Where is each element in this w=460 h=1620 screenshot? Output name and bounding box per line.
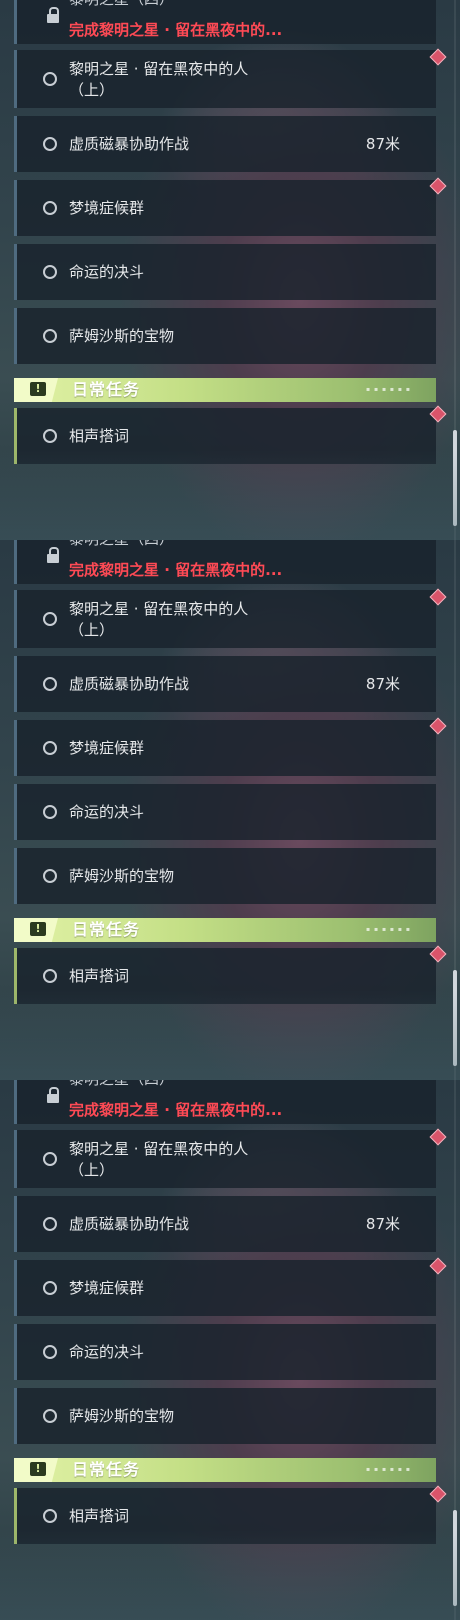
- quest-status-circle-icon: [43, 72, 57, 86]
- quest-row[interactable]: 梦境症候群: [14, 180, 436, 236]
- daily-quest-row[interactable]: 相声搭词: [14, 948, 436, 1004]
- section-header-icon-bg: !: [14, 918, 58, 942]
- quest-title: 命运的决斗: [69, 263, 145, 281]
- locked-quest-title: 黎明之星（四）: [69, 540, 174, 549]
- quest-distance: 87米: [365, 675, 400, 693]
- section-header-daily[interactable]: ! 日常任务 ▪ ▪ ▪ ▪ ▪ ▪: [14, 918, 436, 942]
- section-header-icon-bg: !: [14, 378, 58, 402]
- daily-quest-row[interactable]: 相声搭词: [14, 1488, 436, 1544]
- quest-title: 虚质磁暴协助作战: [69, 1215, 190, 1233]
- scrollbar-thumb[interactable]: [453, 1510, 457, 1606]
- quest-title-line2: （上）: [69, 1161, 115, 1179]
- section-header-daily[interactable]: ! 日常任务 ▪ ▪ ▪ ▪ ▪ ▪: [14, 1458, 436, 1482]
- quest-title: 相声搭词: [69, 967, 130, 985]
- scrollbar-thumb[interactable]: [453, 430, 457, 526]
- quest-row[interactable]: 萨姆沙斯的宝物: [14, 848, 436, 904]
- quest-distance: 87米: [365, 135, 400, 153]
- quest-status-circle-icon: [43, 201, 57, 215]
- exclamation-icon: !: [30, 382, 46, 396]
- quest-row[interactable]: 萨姆沙斯的宝物: [14, 308, 436, 364]
- quest-row[interactable]: 萨姆沙斯的宝物: [14, 1388, 436, 1444]
- quest-title: 虚质磁暴协助作战: [69, 675, 190, 693]
- quest-status-circle-icon: [43, 1509, 57, 1523]
- quest-title-line2: （上）: [69, 81, 115, 99]
- section-header-title: 日常任务: [72, 1460, 141, 1479]
- quest-status-circle-icon: [43, 1217, 57, 1231]
- locked-quest-title: 黎明之星（四）: [69, 1080, 174, 1089]
- quest-list-panel: 黎明之星（四） 完成黎明之星 · 留在黑夜中的... 黎明之星 · 留在黑夜中的…: [0, 0, 460, 540]
- locked-quest-requirement: 完成黎明之星 · 留在黑夜中的...: [69, 1101, 283, 1119]
- lock-icon: [47, 1087, 59, 1103]
- quest-status-circle-icon: [43, 429, 57, 443]
- daily-quest-row[interactable]: 相声搭词: [14, 408, 436, 464]
- quest-title: 梦境症候群: [69, 739, 145, 757]
- header-decoration-icon: ▪ ▪ ▪ ▪ ▪ ▪: [366, 1466, 411, 1473]
- quest-title: 命运的决斗: [69, 803, 145, 821]
- quest-row[interactable]: 黎明之星 · 留在黑夜中的人 （上）: [14, 590, 436, 648]
- quest-title: 梦境症候群: [69, 1279, 145, 1297]
- quest-title-line2: （上）: [69, 621, 115, 639]
- scrollbar-thumb[interactable]: [453, 970, 457, 1066]
- quest-title: 命运的决斗: [69, 1343, 145, 1361]
- quest-row[interactable]: 命运的决斗: [14, 1324, 436, 1380]
- quest-row[interactable]: 虚质磁暴协助作战 87米: [14, 1196, 436, 1252]
- exclamation-icon: !: [30, 922, 46, 936]
- section-header-daily[interactable]: ! 日常任务 ▪ ▪ ▪ ▪ ▪ ▪: [14, 378, 436, 402]
- header-decoration-icon: ▪ ▪ ▪ ▪ ▪ ▪: [366, 386, 411, 393]
- quest-status-circle-icon: [43, 869, 57, 883]
- locked-quest-requirement: 完成黎明之星 · 留在黑夜中的...: [69, 561, 283, 579]
- quest-status-circle-icon: [43, 329, 57, 343]
- quest-title: 虚质磁暴协助作战: [69, 135, 190, 153]
- locked-quest-title: 黎明之星（四）: [69, 0, 174, 9]
- quest-row[interactable]: 梦境症候群: [14, 720, 436, 776]
- quest-status-circle-icon: [43, 677, 57, 691]
- section-header-title: 日常任务: [72, 920, 141, 939]
- quest-row[interactable]: 命运的决斗: [14, 784, 436, 840]
- quest-status-circle-icon: [43, 612, 57, 626]
- quest-title: 萨姆沙斯的宝物: [69, 1407, 175, 1425]
- lock-icon: [47, 7, 59, 23]
- header-decoration-icon: ▪ ▪ ▪ ▪ ▪ ▪: [366, 926, 411, 933]
- quest-status-circle-icon: [43, 805, 57, 819]
- quest-row[interactable]: 虚质磁暴协助作战 87米: [14, 656, 436, 712]
- section-header-title: 日常任务: [72, 380, 141, 399]
- quest-status-circle-icon: [43, 265, 57, 279]
- locked-quest-row[interactable]: 黎明之星（四） 完成黎明之星 · 留在黑夜中的...: [14, 1080, 436, 1124]
- section-header-icon-bg: !: [14, 1458, 58, 1482]
- quest-status-circle-icon: [43, 1409, 57, 1423]
- quest-title: 黎明之星 · 留在黑夜中的人: [69, 60, 249, 78]
- quest-status-circle-icon: [43, 1345, 57, 1359]
- quest-row[interactable]: 命运的决斗: [14, 244, 436, 300]
- lock-icon: [47, 547, 59, 563]
- quest-row[interactable]: 虚质磁暴协助作战 87米: [14, 116, 436, 172]
- quest-distance: 87米: [365, 1215, 400, 1233]
- quest-title: 梦境症候群: [69, 199, 145, 217]
- locked-quest-row[interactable]: 黎明之星（四） 完成黎明之星 · 留在黑夜中的...: [14, 0, 436, 44]
- quest-title: 黎明之星 · 留在黑夜中的人: [69, 1140, 249, 1158]
- quest-row[interactable]: 梦境症候群: [14, 1260, 436, 1316]
- quest-title: 相声搭词: [69, 427, 130, 445]
- quest-title: 萨姆沙斯的宝物: [69, 327, 175, 345]
- quest-list-panel: 黎明之星（四） 完成黎明之星 · 留在黑夜中的... 黎明之星 · 留在黑夜中的…: [0, 540, 460, 1080]
- quest-list-panel: 黎明之星（四） 完成黎明之星 · 留在黑夜中的... 黎明之星 · 留在黑夜中的…: [0, 1080, 460, 1620]
- quest-status-circle-icon: [43, 969, 57, 983]
- quest-title: 黎明之星 · 留在黑夜中的人: [69, 600, 249, 618]
- quest-title: 萨姆沙斯的宝物: [69, 867, 175, 885]
- quest-status-circle-icon: [43, 1281, 57, 1295]
- locked-quest-requirement: 完成黎明之星 · 留在黑夜中的...: [69, 21, 283, 39]
- quest-status-circle-icon: [43, 1152, 57, 1166]
- locked-quest-row[interactable]: 黎明之星（四） 完成黎明之星 · 留在黑夜中的...: [14, 540, 436, 584]
- exclamation-icon: !: [30, 1462, 46, 1476]
- quest-status-circle-icon: [43, 137, 57, 151]
- quest-row[interactable]: 黎明之星 · 留在黑夜中的人 （上）: [14, 50, 436, 108]
- quest-title: 相声搭词: [69, 1507, 130, 1525]
- quest-status-circle-icon: [43, 741, 57, 755]
- quest-row[interactable]: 黎明之星 · 留在黑夜中的人 （上）: [14, 1130, 436, 1188]
